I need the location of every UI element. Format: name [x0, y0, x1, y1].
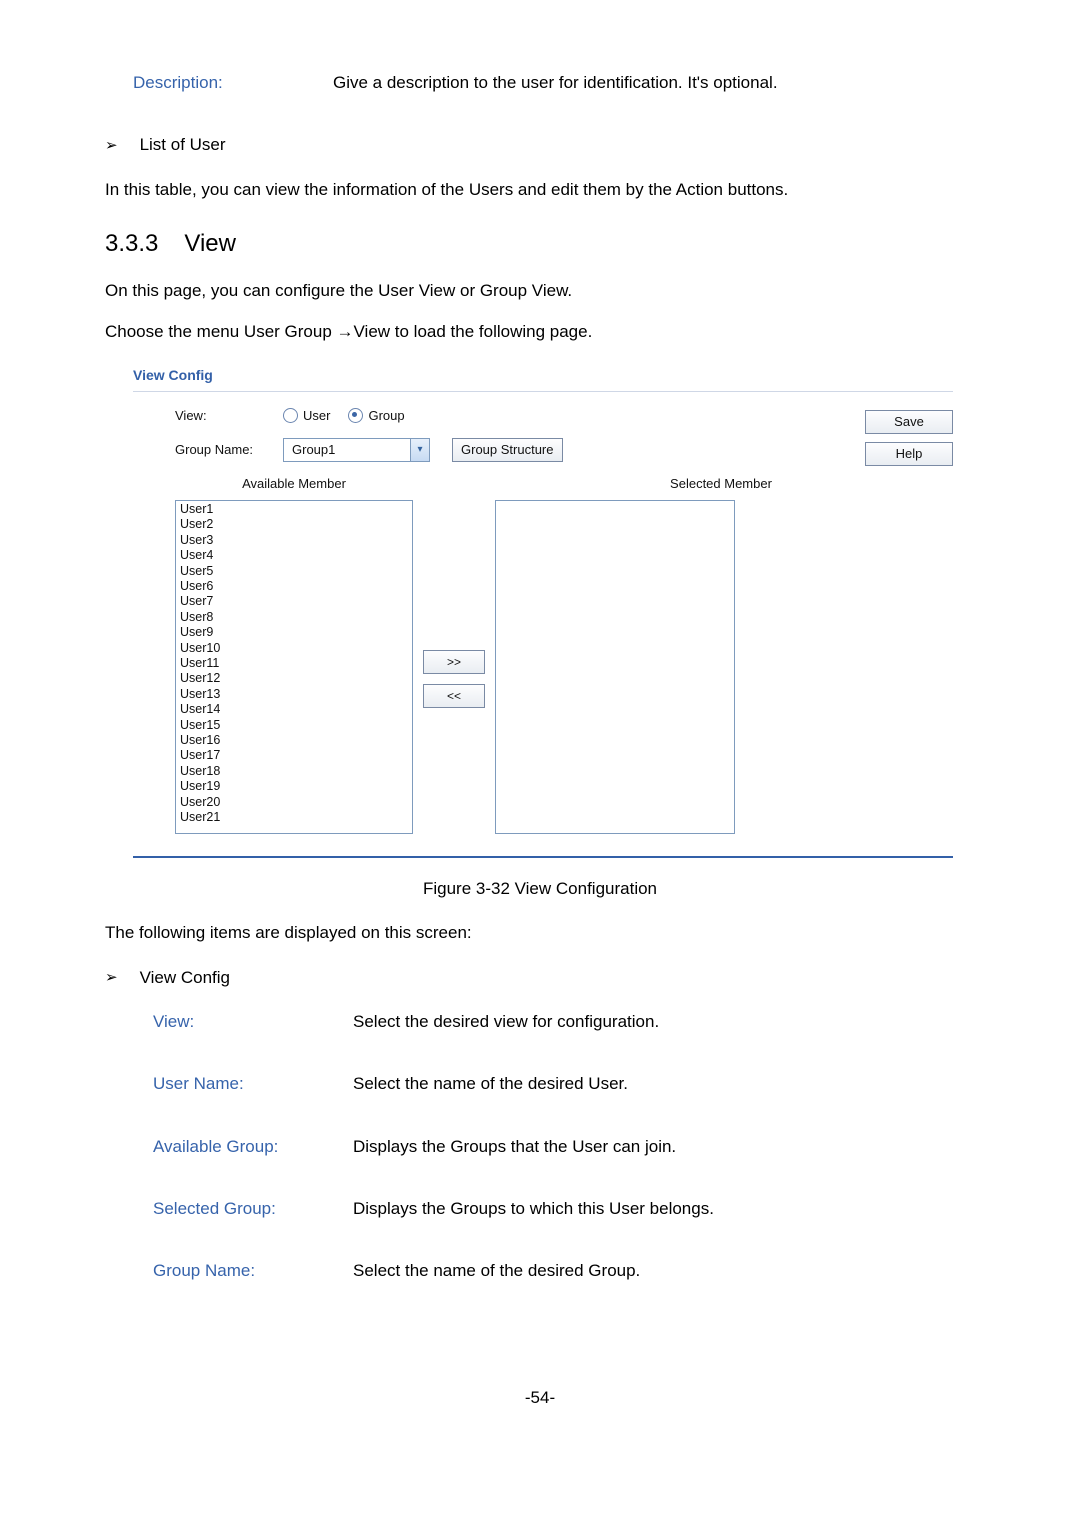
list-item[interactable]: User13 [176, 687, 412, 702]
label-view: View: [175, 406, 283, 426]
term-view: View: [153, 1009, 353, 1035]
combo-group-name[interactable]: Group1 ▾ [283, 438, 430, 462]
term-user-name: User Name: [153, 1071, 353, 1097]
list-item[interactable]: User14 [176, 702, 412, 717]
button-help[interactable]: Help [865, 442, 953, 466]
definition-description: Description: Give a description to the u… [105, 70, 975, 96]
section-heading: 3.3.3 View [105, 225, 975, 262]
list-item[interactable]: User11 [176, 656, 412, 671]
radio-icon [348, 408, 363, 423]
text-selected-group: Displays the Groups to which this User b… [353, 1196, 975, 1222]
label-group-name: Group Name: [175, 440, 283, 460]
list-item[interactable]: User1 [176, 502, 412, 517]
panel-title: View Config [133, 361, 953, 392]
list-of-user-heading: List of User [140, 132, 226, 158]
section-title: View [184, 230, 236, 257]
listbox-selected[interactable] [495, 500, 735, 834]
intro-1: On this page, you can configure the User… [105, 278, 975, 304]
chevron-icon: ➢ [105, 134, 118, 157]
list-item[interactable]: User17 [176, 748, 412, 763]
list-item[interactable]: User10 [176, 641, 412, 656]
page: Description: Give a description to the u… [0, 0, 1080, 1471]
list-item[interactable]: User8 [176, 610, 412, 625]
list-item[interactable]: User7 [176, 594, 412, 609]
radio-icon [283, 408, 298, 423]
list-item[interactable]: User18 [176, 764, 412, 779]
row-view: View: User Group [175, 406, 841, 426]
combo-value: Group1 [284, 440, 410, 460]
after-figure-text: The following items are displayed on thi… [105, 920, 975, 946]
term-group-name: Group Name: [153, 1258, 353, 1284]
chevron-icon: ➢ [105, 966, 118, 989]
list-headers: Available Member Selected Member [175, 474, 841, 494]
page-number: -54- [105, 1385, 975, 1411]
label-available: Available Member [175, 474, 413, 494]
view-config-heading: View Config [140, 965, 230, 991]
term-selected-group: Selected Group: [153, 1196, 353, 1222]
text-description: Give a description to the user for ident… [333, 70, 975, 96]
text-view: Select the desired view for configuratio… [353, 1009, 975, 1035]
bullet-list-of-user: ➢ List of User [105, 132, 975, 158]
term-description: Description: [133, 70, 333, 96]
radio-group[interactable]: Group [348, 406, 404, 426]
list-item[interactable]: User19 [176, 779, 412, 794]
radio-group-label: Group [368, 406, 404, 426]
list-item[interactable]: User3 [176, 533, 412, 548]
list-of-user-text: In this table, you can view the informat… [105, 177, 975, 203]
list-item[interactable]: User6 [176, 579, 412, 594]
bullet-view-config: ➢ View Config [105, 965, 975, 991]
list-item[interactable]: User15 [176, 718, 412, 733]
chevron-down-icon: ▾ [410, 439, 429, 461]
listbox-available[interactable]: User1 User2 User3 User4 User5 User6 User… [175, 500, 413, 834]
term-available-group: Available Group: [153, 1134, 353, 1160]
radio-user-label: User [303, 406, 330, 426]
button-add[interactable]: >> [423, 650, 485, 674]
label-selected: Selected Member [601, 474, 841, 494]
radio-user[interactable]: User [283, 406, 330, 426]
list-item[interactable]: User20 [176, 795, 412, 810]
figure-caption: Figure 3-32 View Configuration [105, 876, 975, 902]
figure-view-config: View Config View: User Group Group Name: [133, 361, 953, 858]
section-number: 3.3.3 [105, 225, 158, 262]
list-item[interactable]: User12 [176, 671, 412, 686]
definitions: View:Select the desired view for configu… [105, 1009, 975, 1285]
list-item[interactable]: User2 [176, 517, 412, 532]
button-group-structure[interactable]: Group Structure [452, 438, 563, 462]
list-item[interactable]: User16 [176, 733, 412, 748]
list-item[interactable]: User21 [176, 810, 412, 825]
button-save[interactable]: Save [865, 410, 953, 434]
text-available-group: Displays the Groups that the User can jo… [353, 1134, 975, 1160]
list-item[interactable]: User5 [176, 564, 412, 579]
button-remove[interactable]: << [423, 684, 485, 708]
intro-2: Choose the menu User Group →View to load… [105, 319, 975, 345]
list-item[interactable]: User9 [176, 625, 412, 640]
text-group-name: Select the name of the desired Group. [353, 1258, 975, 1284]
text-user-name: Select the name of the desired User. [353, 1071, 975, 1097]
list-item[interactable]: User4 [176, 548, 412, 563]
row-group-name: Group Name: Group1 ▾ Group Structure [175, 438, 841, 462]
